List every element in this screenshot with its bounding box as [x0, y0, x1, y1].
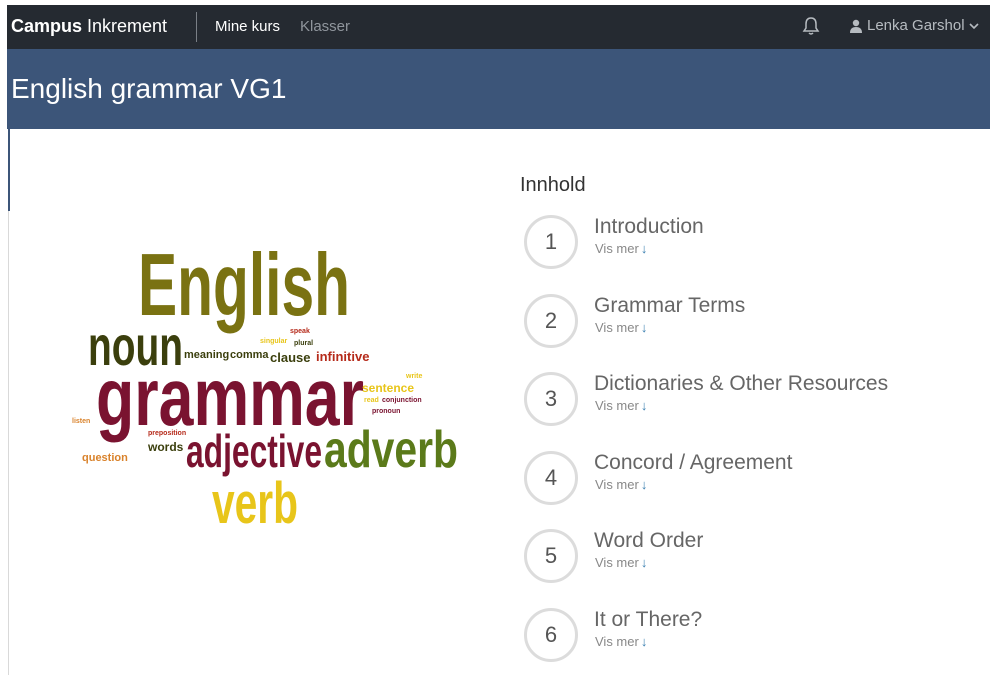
wc-plural: plural	[294, 340, 313, 347]
wc-words: words	[147, 440, 184, 454]
top-navbar: Campus Inkrement Mine kurs Klasser Lenka…	[0, 0, 990, 50]
vis-mer-link[interactable]: Vis mer ↓	[595, 320, 647, 335]
brand-bold: Campus	[11, 16, 83, 36]
vis-mer-label: Vis mer	[595, 398, 639, 413]
item-number-circle: 2	[524, 294, 578, 348]
list-item[interactable]: 1 Introduction Vis mer ↓	[520, 210, 960, 270]
arrow-down-icon: ↓	[640, 398, 648, 413]
item-title[interactable]: Grammar Terms	[594, 294, 745, 318]
bell-icon[interactable]	[802, 16, 820, 36]
wc-read: read	[364, 397, 379, 404]
navbar-background: Campus Inkrement Mine kurs Klasser Lenka…	[7, 5, 990, 49]
vis-mer-label: Vis mer	[595, 320, 639, 335]
item-number-circle: 1	[524, 215, 578, 269]
vis-mer-label: Vis mer	[595, 477, 639, 492]
wc-listen: listen	[72, 418, 90, 425]
item-number-circle: 5	[524, 529, 578, 583]
wc-question: question	[82, 452, 128, 464]
item-title[interactable]: Concord / Agreement	[594, 451, 792, 475]
brand-logo[interactable]: Campus Inkrement	[11, 16, 167, 37]
nav-klasser[interactable]: Klasser	[300, 18, 350, 35]
user-name: Lenka Garshol	[867, 17, 965, 34]
list-item[interactable]: 5 Word Order Vis mer ↓	[520, 524, 960, 584]
card-border	[8, 211, 9, 675]
list-item[interactable]: 4 Concord / Agreement Vis mer ↓	[520, 446, 960, 506]
item-title[interactable]: Word Order	[594, 529, 703, 553]
wc-verb: verb	[212, 471, 298, 536]
wc-sentence: sentence	[362, 381, 414, 395]
vis-mer-link[interactable]: Vis mer ↓	[595, 555, 647, 570]
list-item[interactable]: 2 Grammar Terms Vis mer ↓	[520, 289, 960, 349]
vis-mer-link[interactable]: Vis mer ↓	[595, 634, 647, 649]
nav-divider	[196, 12, 197, 42]
list-item[interactable]: 3 Dictionaries & Other Resources Vis mer…	[520, 367, 960, 427]
vis-mer-label: Vis mer	[595, 241, 639, 256]
chevron-down-icon	[968, 22, 979, 29]
wc-adjective: adjective	[186, 425, 322, 477]
wc-adverb: adverb	[324, 421, 458, 479]
item-title[interactable]: Dictionaries & Other Resources	[594, 372, 888, 396]
contents-heading: Innhold	[520, 174, 586, 196]
wc-write: write	[405, 373, 422, 380]
wc-speak: speak	[290, 328, 310, 335]
item-number-circle: 6	[524, 608, 578, 662]
item-title[interactable]: It or There?	[594, 608, 702, 632]
arrow-down-icon: ↓	[640, 241, 648, 256]
list-item[interactable]: 6 It or There? Vis mer ↓	[520, 603, 960, 663]
arrow-down-icon: ↓	[640, 320, 648, 335]
course-header: English grammar VG1	[7, 49, 990, 129]
item-number-circle: 3	[524, 372, 578, 426]
user-menu[interactable]: Lenka Garshol	[849, 17, 984, 34]
nav-mine-kurs[interactable]: Mine kurs	[215, 18, 280, 35]
wc-conjunction: conjunction	[382, 397, 422, 404]
vis-mer-link[interactable]: Vis mer ↓	[595, 241, 647, 256]
wc-pronoun: pronoun	[372, 408, 400, 415]
vis-mer-label: Vis mer	[595, 555, 639, 570]
course-title: English grammar VG1	[11, 73, 287, 104]
vis-mer-link[interactable]: Vis mer ↓	[595, 477, 647, 492]
arrow-down-icon: ↓	[640, 634, 648, 649]
arrow-down-icon: ↓	[640, 477, 648, 492]
word-cloud-image: English noun meaning comma clause speak …	[72, 235, 458, 536]
card-accent-line	[8, 129, 10, 211]
wc-preposition: preposition	[148, 430, 186, 437]
arrow-down-icon: ↓	[640, 555, 648, 570]
user-icon	[850, 19, 862, 33]
vis-mer-link[interactable]: Vis mer ↓	[595, 398, 647, 413]
item-number-circle: 4	[524, 451, 578, 505]
vis-mer-label: Vis mer	[595, 634, 639, 649]
brand-light: Inkrement	[82, 16, 168, 36]
item-title[interactable]: Introduction	[594, 215, 704, 239]
wc-singular: singular	[260, 338, 288, 345]
